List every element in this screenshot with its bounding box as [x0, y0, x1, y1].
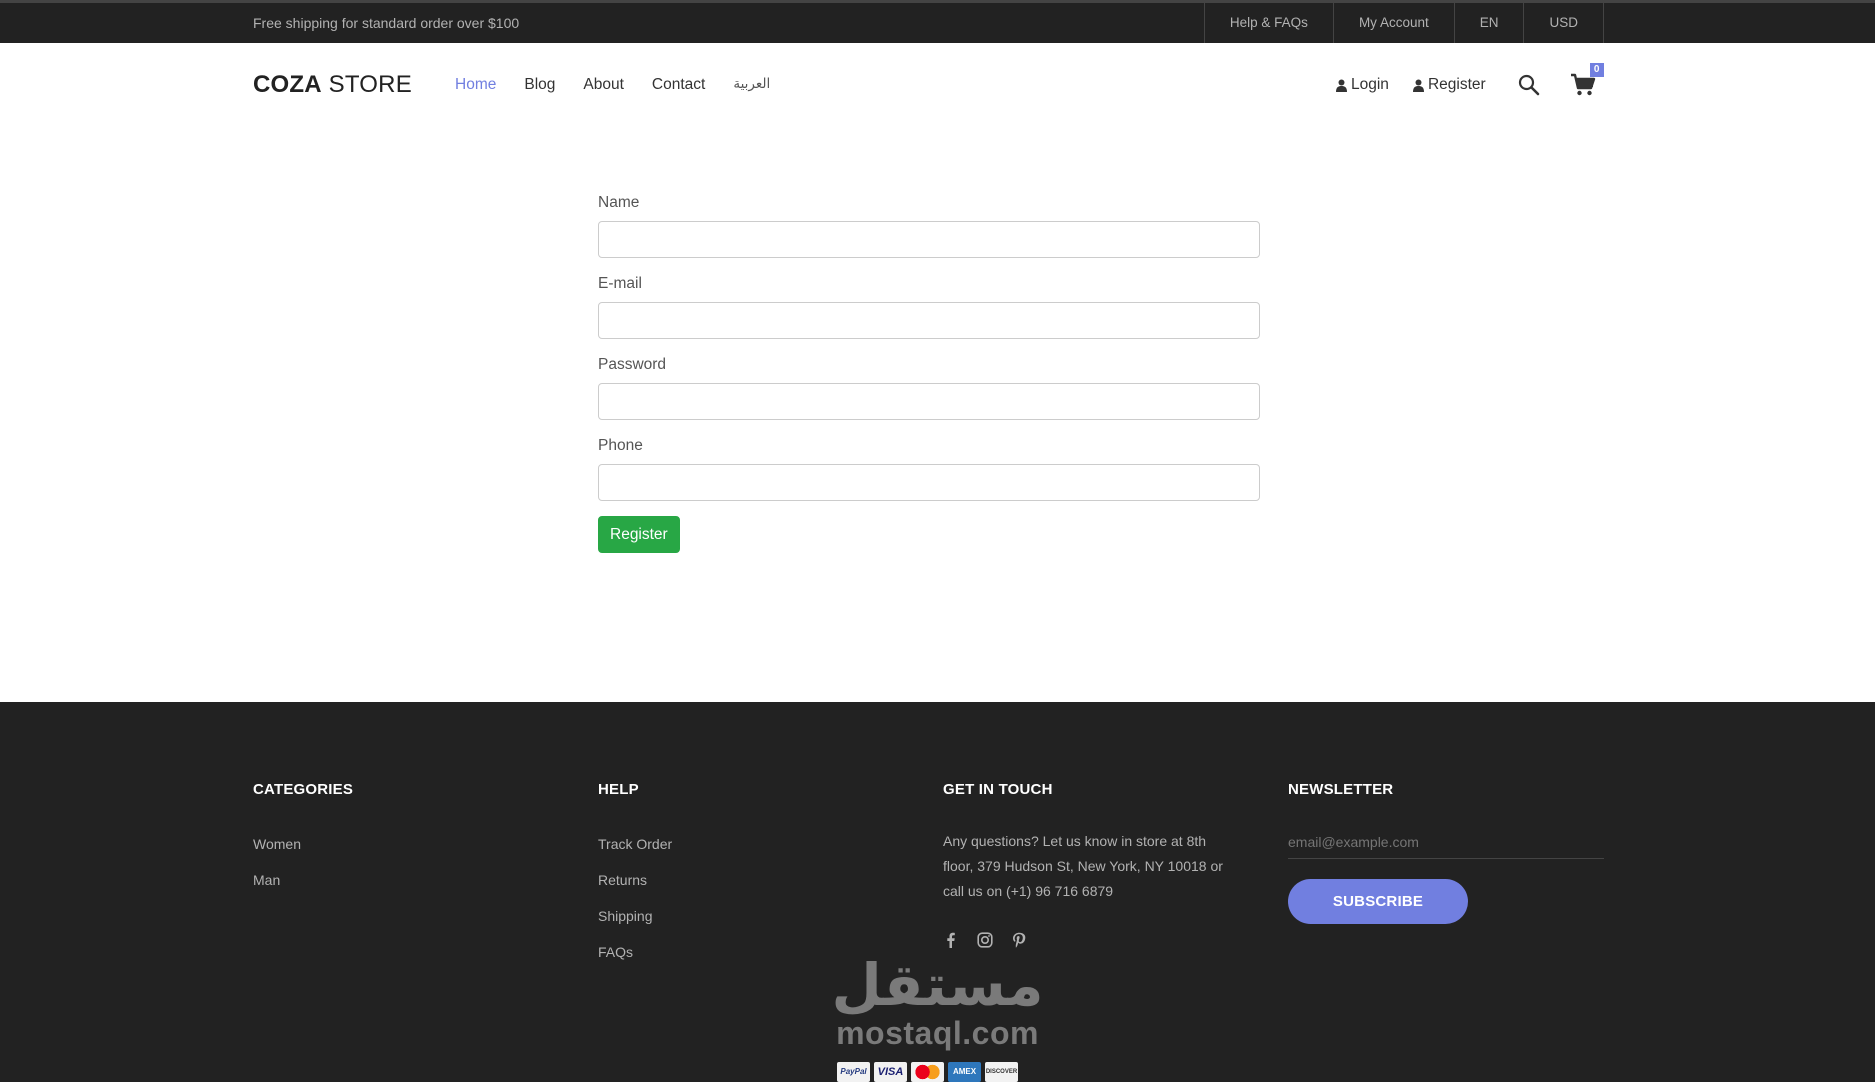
nav-blog[interactable]: Blog	[524, 76, 555, 94]
footer-get-in-touch: GET IN TOUCH Any questions? Let us know …	[943, 781, 1233, 948]
phone-input[interactable]	[598, 464, 1260, 501]
contact-text: Any questions? Let us know in store at 8…	[943, 833, 1223, 899]
category-link[interactable]: Man	[253, 872, 353, 888]
help-link[interactable]: FAQs	[598, 944, 672, 960]
payment-icons: PayPal VISA MC AMEX DISCOVER	[837, 1062, 1018, 1082]
nav-home[interactable]: Home	[455, 76, 496, 94]
user-icon	[1336, 79, 1347, 92]
instagram-icon[interactable]	[977, 932, 993, 948]
email-input[interactable]	[598, 302, 1260, 339]
footer-categories: CATEGORIES Women Man	[253, 781, 353, 908]
phone-label: Phone	[598, 437, 643, 454]
register-form: Name E-mail Password Phone Register	[598, 194, 1260, 553]
password-label: Password	[598, 356, 667, 373]
help-faqs-link[interactable]: Help & FAQs	[1203, 3, 1333, 43]
currency-link[interactable]: USD	[1523, 3, 1604, 43]
facebook-icon[interactable]	[943, 932, 959, 948]
name-input[interactable]	[598, 221, 1260, 258]
mastercard-icon: MC	[911, 1062, 944, 1082]
register-link[interactable]: Register	[1412, 76, 1486, 94]
logo[interactable]: COZA STORE	[253, 71, 412, 99]
name-field-group: Name	[598, 194, 1260, 258]
cart-icon[interactable]: 0	[1570, 63, 1604, 97]
logo-rest: STORE	[321, 71, 412, 98]
footer-newsletter: NEWSLETTER SUBSCRIBE	[1288, 781, 1604, 924]
password-field-group: Password	[598, 356, 1260, 420]
help-link[interactable]: Track Order	[598, 836, 672, 852]
nav-arabic[interactable]: العربية	[733, 76, 770, 94]
nav-contact[interactable]: Contact	[652, 76, 705, 94]
main-nav: Home Blog About Contact العربية	[455, 76, 770, 94]
login-link[interactable]: Login	[1336, 76, 1389, 94]
search-icon[interactable]	[1518, 74, 1540, 96]
help-title: HELP	[598, 781, 639, 798]
user-icon	[1412, 79, 1424, 92]
amex-icon: AMEX	[948, 1062, 981, 1082]
email-field-group: E-mail	[598, 275, 1260, 339]
discover-icon: DISCOVER	[985, 1062, 1018, 1082]
category-link[interactable]: Women	[253, 836, 353, 852]
topbar-links: Help & FAQs My Account EN USD	[1203, 3, 1604, 43]
newsletter-email-input[interactable]	[1288, 825, 1604, 859]
newsletter-title: NEWSLETTER	[1288, 781, 1394, 798]
register-submit-button[interactable]: Register	[598, 516, 680, 553]
password-input[interactable]	[598, 383, 1260, 420]
email-label: E-mail	[598, 275, 642, 292]
cart-count-badge: 0	[1589, 63, 1604, 77]
header-actions: Login Register 0	[1336, 63, 1604, 97]
social-links	[943, 932, 1233, 948]
footer: CATEGORIES Women Man HELP Track Order Re…	[0, 702, 1875, 1082]
phone-field-group: Phone	[598, 437, 1260, 501]
help-link[interactable]: Returns	[598, 872, 672, 888]
pinterest-icon[interactable]	[1011, 932, 1027, 948]
name-label: Name	[598, 194, 640, 211]
nav-about[interactable]: About	[583, 76, 624, 94]
footer-help: HELP Track Order Returns Shipping FAQs	[598, 781, 672, 980]
touch-title: GET IN TOUCH	[943, 781, 1053, 798]
register-label: Register	[1427, 76, 1486, 93]
paypal-icon: PayPal	[837, 1062, 870, 1082]
shipping-notice: Free shipping for standard order over $1…	[253, 15, 520, 31]
categories-title: CATEGORIES	[253, 781, 354, 798]
help-link[interactable]: Shipping	[598, 908, 672, 924]
subscribe-button[interactable]: SUBSCRIBE	[1288, 879, 1468, 924]
my-account-link[interactable]: My Account	[1332, 3, 1454, 43]
header: COZA STORE Home Blog About Contact العرب…	[0, 43, 1875, 127]
logo-bold: COZA	[253, 71, 322, 98]
language-link[interactable]: EN	[1453, 3, 1524, 43]
login-label: Login	[1351, 76, 1389, 93]
top-bar: Free shipping for standard order over $1…	[0, 0, 1875, 43]
visa-icon: VISA	[874, 1062, 907, 1082]
